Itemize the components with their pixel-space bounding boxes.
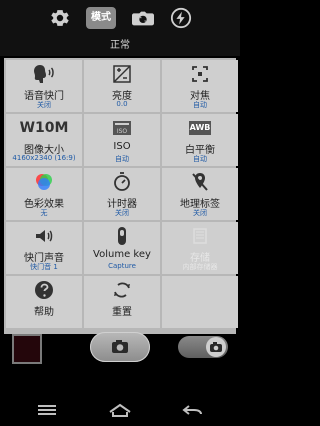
focus-icon xyxy=(162,64,238,84)
android-navbar xyxy=(0,394,240,426)
setting-value: 快门音 1 xyxy=(30,263,58,271)
setting-empty xyxy=(162,276,238,328)
color-effect-icon xyxy=(6,172,82,192)
reset-icon xyxy=(84,280,160,300)
brightness-icon xyxy=(84,64,160,84)
setting-value: 自动 xyxy=(193,155,207,163)
setting-volume-key[interactable]: Volume key Capture xyxy=(84,222,160,274)
setting-image-size[interactable]: W10M 图像大小 4160x2340 (16:9) xyxy=(6,114,82,166)
setting-value: 自动 xyxy=(115,155,129,163)
flash-icon[interactable] xyxy=(170,7,192,29)
setting-iso[interactable]: ISO ISO 自动 xyxy=(84,114,160,166)
back-icon[interactable] xyxy=(180,402,206,418)
settings-icon[interactable] xyxy=(49,7,71,29)
voice-shutter-icon xyxy=(6,64,82,84)
image-size-icon: W10M xyxy=(6,118,82,138)
setting-value: 关闭 xyxy=(193,209,207,217)
home-icon[interactable] xyxy=(107,402,133,418)
setting-help[interactable]: 帮助 xyxy=(6,276,82,328)
shutter-button[interactable] xyxy=(90,332,150,362)
menu-icon[interactable] xyxy=(34,402,60,418)
setting-timer[interactable]: 计时器 关闭 xyxy=(84,168,160,220)
setting-focus[interactable]: 对焦 自动 xyxy=(162,60,238,112)
setting-value: 4160x2340 (16:9) xyxy=(12,154,76,162)
setting-value: 无 xyxy=(40,209,48,217)
setting-label: 帮助 xyxy=(34,307,54,318)
setting-value: 关闭 xyxy=(37,101,51,109)
camera-icon xyxy=(210,342,222,352)
image-size-icon-text: W10M xyxy=(19,120,69,136)
setting-value: 内部存储器 xyxy=(182,263,218,271)
setting-voice-shutter[interactable]: 语音快门 关闭 xyxy=(6,60,82,112)
storage-icon xyxy=(162,226,238,246)
setting-brightness[interactable]: 亮度 0.0 xyxy=(84,60,160,112)
setting-value: 关闭 xyxy=(115,209,129,217)
setting-shutter-sound[interactable]: 快门声音 快门音 1 xyxy=(6,222,82,274)
setting-label: ISO xyxy=(113,141,131,152)
setting-value: 自动 xyxy=(193,101,207,109)
setting-color-effect[interactable]: 色彩效果 无 xyxy=(6,168,82,220)
camera-toggle-knob xyxy=(206,337,226,357)
current-mode-label: 正常 xyxy=(110,40,130,51)
white-balance-icon-text: AWB xyxy=(189,121,211,135)
last-photo-thumbnail[interactable] xyxy=(12,334,42,364)
iso-icon: ISO xyxy=(84,118,160,138)
setting-reset[interactable]: 重置 xyxy=(84,276,160,328)
setting-white-balance[interactable]: AWB 白平衡 自动 xyxy=(162,114,238,166)
setting-label: Volume key xyxy=(93,249,151,260)
white-balance-icon: AWB xyxy=(162,118,238,138)
camera-video-toggle[interactable] xyxy=(178,336,228,358)
setting-storage: 存储 内部存储器 xyxy=(162,222,238,274)
svg-text:ISO: ISO xyxy=(117,128,128,135)
geotag-icon xyxy=(162,172,238,192)
setting-label: 重置 xyxy=(112,307,132,318)
top-bar: 模式 正常 xyxy=(0,0,240,56)
shutter-sound-icon xyxy=(6,226,82,246)
help-icon xyxy=(6,280,82,300)
settings-grid: 语音快门 关闭 亮度 0.0 对焦 自动 W10M 图像大小 4160x2340… xyxy=(4,58,238,334)
setting-value: 0.0 xyxy=(116,100,128,108)
setting-geotag[interactable]: 地理标签 关闭 xyxy=(162,168,238,220)
volume-key-icon xyxy=(84,226,160,246)
camera-icon xyxy=(112,340,128,353)
swap-camera-icon[interactable] xyxy=(129,7,157,29)
setting-value: Capture xyxy=(108,262,136,270)
timer-icon xyxy=(84,172,160,192)
mode-button[interactable]: 模式 xyxy=(86,7,116,29)
